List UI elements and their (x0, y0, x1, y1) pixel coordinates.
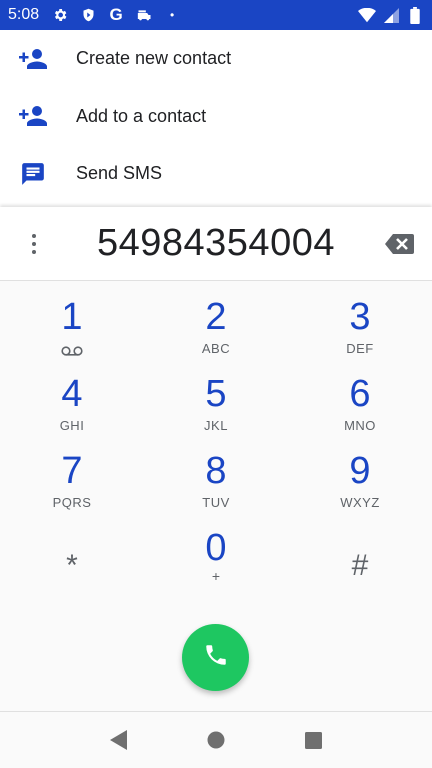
dialpad-panel: 54984354004 1 2 ABC 3 DEF 4 GHI 5 JKL 6 … (0, 207, 432, 711)
more-options-icon[interactable] (22, 231, 46, 257)
key-8[interactable]: 8 TUV (144, 451, 288, 528)
key-6[interactable]: 6 MNO (288, 374, 432, 451)
action-list: Create new contact Add to a contact Send… (0, 30, 432, 208)
key-digit: 6 (349, 373, 371, 415)
navigation-bar (0, 711, 432, 768)
key-letters: DEF (346, 341, 374, 356)
call-button[interactable] (182, 624, 249, 691)
key-digit: 1 (61, 296, 83, 338)
status-icons-right (358, 6, 424, 24)
signal-icon (382, 6, 400, 24)
key-9[interactable]: 9 WXYZ (288, 451, 432, 528)
key-letters: + (211, 568, 221, 584)
key-0[interactable]: 0 + (144, 528, 288, 605)
key-digit: 7 (61, 450, 83, 492)
add-person-icon (0, 48, 76, 70)
battery-icon (406, 6, 424, 24)
keypad-row: 1 2 ABC 3 DEF (0, 297, 432, 374)
key-1[interactable]: 1 (0, 297, 144, 374)
key-digit: 3 (349, 296, 371, 338)
key-digit: 8 (205, 450, 227, 492)
key-4[interactable]: 4 GHI (0, 374, 144, 451)
key-digit: 0 (205, 527, 227, 569)
key-7[interactable]: 7 PQRS (0, 451, 144, 528)
number-display-row: 54984354004 (0, 207, 432, 281)
key-letters: JKL (204, 418, 228, 433)
action-label: Send SMS (76, 163, 163, 184)
key-digit: # (351, 549, 369, 582)
google-icon: G (109, 5, 123, 24)
key-digit: 2 (205, 296, 227, 338)
dialed-number[interactable]: 54984354004 (97, 222, 335, 265)
dialer-screen: 5:08 G • Create new contact Add to a con… (0, 0, 432, 768)
key-letters: PQRS (52, 495, 92, 510)
wifi-icon (358, 6, 376, 24)
key-letters: MNO (344, 418, 376, 433)
add-person-icon (0, 105, 76, 127)
key-letters: ABC (201, 341, 231, 356)
recents-icon[interactable] (298, 725, 328, 755)
key-3[interactable]: 3 DEF (288, 297, 432, 374)
dot-icon: • (170, 8, 175, 22)
keypad: 1 2 ABC 3 DEF 4 GHI 5 JKL 6 MNO 7 PQRS 8… (0, 297, 432, 605)
home-icon[interactable] (201, 725, 231, 755)
status-bar: 5:08 G • (0, 0, 432, 30)
key-2[interactable]: 2 ABC (144, 297, 288, 374)
gear-icon (51, 6, 69, 24)
voicemail-icon (61, 343, 83, 361)
key-letters: WXYZ (340, 495, 380, 510)
keypad-row: 7 PQRS 8 TUV 9 WXYZ (0, 451, 432, 528)
key-star[interactable]: * (0, 528, 144, 605)
phone-icon (203, 642, 229, 673)
back-icon[interactable] (104, 725, 134, 755)
action-label: Add to a contact (76, 105, 207, 126)
key-letters: GHI (59, 418, 85, 433)
add-to-contact-action[interactable]: Add to a contact (0, 88, 432, 146)
key-digit: 9 (349, 450, 371, 492)
key-digit: 4 (61, 373, 83, 415)
action-label: Create new contact (76, 48, 232, 69)
message-icon (0, 161, 76, 187)
car-icon (135, 6, 153, 24)
keypad-row: * 0 + # (0, 528, 432, 605)
send-sms-action[interactable]: Send SMS (0, 145, 432, 203)
shield-icon (79, 6, 97, 24)
key-hash[interactable]: # (288, 528, 432, 605)
key-5[interactable]: 5 JKL (144, 374, 288, 451)
status-icons-left: G • (51, 5, 181, 24)
status-time: 5:08 (8, 6, 40, 23)
key-letters: TUV (202, 495, 230, 510)
backspace-icon[interactable] (384, 233, 414, 255)
key-digit: 5 (205, 373, 227, 415)
key-digit: * (66, 549, 78, 582)
keypad-row: 4 GHI 5 JKL 6 MNO (0, 374, 432, 451)
create-new-contact-action[interactable]: Create new contact (0, 30, 432, 88)
